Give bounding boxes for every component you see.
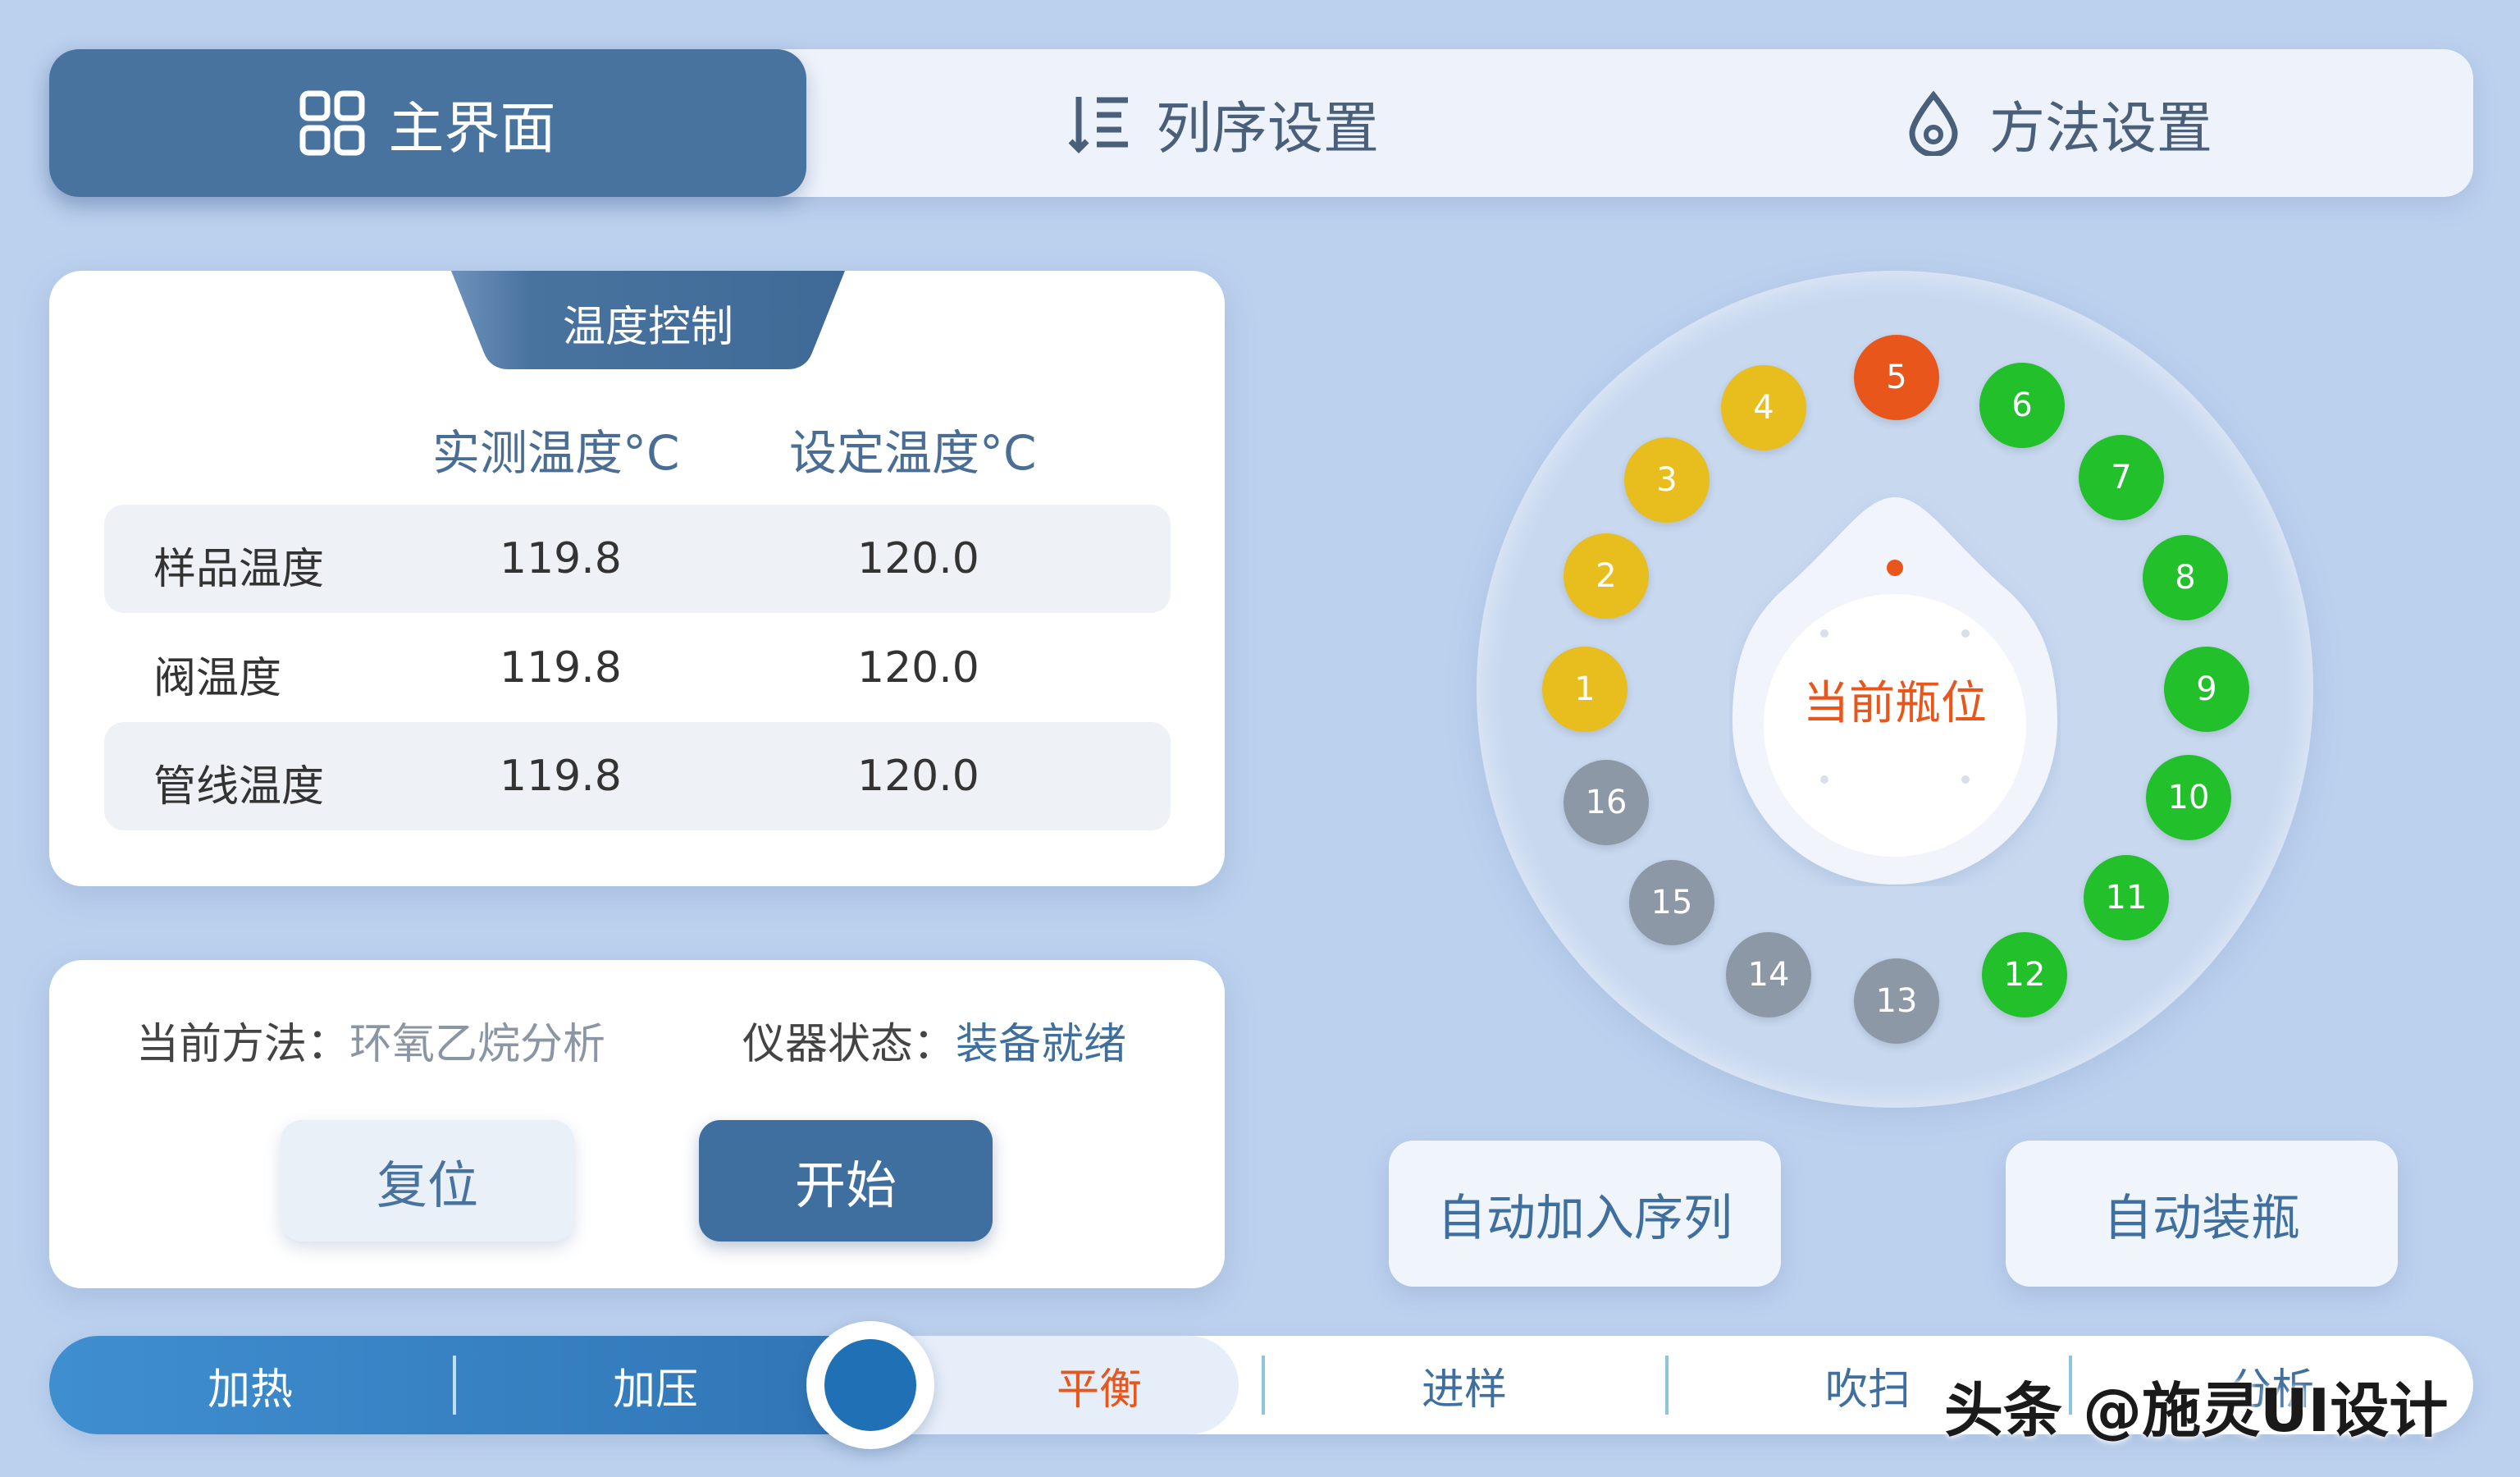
row-label: 管线温度 [153,762,325,812]
tab-sequence[interactable]: 列序设置 [806,49,1640,197]
vial-12[interactable]: 12 [1982,932,2067,1017]
temperature-card-tab: 温度控制 [451,271,845,369]
tab-sequence-label: 列序设置 [1155,96,1379,162]
table-row: 样品温度 119.8 120.0 [104,505,1171,613]
table-row: 阀温度 119.8 120.0 [104,614,1171,722]
row-measured: 119.8 [500,752,622,801]
vial-15[interactable]: 15 [1629,860,1714,945]
tab-method-label: 方法设置 [1988,96,2212,162]
reset-button[interactable]: 复位 [281,1120,574,1242]
auto-add-sequence-button[interactable]: 自动加入序列 [1389,1141,1781,1287]
step-pressurize[interactable]: 加压 [454,1336,856,1434]
vial-11[interactable]: 11 [2084,855,2169,940]
sort-list-icon [1068,97,1128,153]
current-method-label: 当前方法： [136,1020,350,1069]
vial-9[interactable]: 9 [2164,647,2249,732]
vial-14[interactable]: 14 [1726,932,1811,1017]
vial-8[interactable]: 8 [2143,535,2228,620]
vial-2[interactable]: 2 [1564,533,1649,619]
col-measured: 实测温度°C [432,425,680,481]
grid-icon [299,90,365,156]
vial-16[interactable]: 16 [1564,760,1649,845]
tab-method[interactable]: 方法设置 [1640,49,2473,197]
step-inject[interactable]: 进样 [1263,1336,1665,1434]
step-heat[interactable]: 加热 [49,1336,451,1434]
row-label: 样品温度 [153,545,325,594]
method-card: 当前方法：环氧乙烷分析 仪器状态：装备就绪 复位 开始 [49,960,1225,1288]
row-measured: 119.8 [500,534,622,583]
vial-1[interactable]: 1 [1542,647,1628,732]
instrument-status: 仪器状态：装备就绪 [742,1009,1126,1071]
step-equilibrate[interactable]: 平衡 [911,1336,1288,1434]
row-measured: 119.8 [500,643,622,693]
start-button[interactable]: 开始 [699,1120,993,1242]
vial-6[interactable]: 6 [1979,363,2065,448]
vial-4[interactable]: 4 [1721,365,1806,450]
instrument-status-label: 仪器状态： [742,1020,956,1069]
table-row: 管线温度 119.8 120.0 [104,722,1171,830]
current-method: 当前方法：环氧乙烷分析 [136,1009,605,1071]
top-nav: 主界面 列序设置 方法设置 [49,49,2473,197]
temperature-card: 温度控制 实测温度°C 设定温度°C 样品温度 119.8 120.0 阀温度 … [49,271,1225,886]
row-setpoint: 120.0 [857,534,979,583]
row-setpoint: 120.0 [857,643,979,693]
vial-10[interactable]: 10 [2146,755,2231,840]
tab-main-label: 主界面 [388,96,556,162]
row-setpoint: 120.0 [857,752,979,801]
current-method-value: 环氧乙烷分析 [349,1020,606,1069]
vial-7[interactable]: 7 [2079,435,2164,520]
vial-13[interactable]: 13 [1854,958,1939,1044]
auto-load-vial-button[interactable]: 自动装瓶 [2006,1141,2398,1287]
vial-3[interactable]: 3 [1624,437,1710,523]
watermark: 头条 @施灵UI设计 [1944,1376,2449,1445]
row-label: 阀温度 [153,654,282,703]
instrument-status-value: 装备就绪 [956,1020,1127,1069]
temperature-card-title: 温度控制 [562,303,733,352]
process-indicator-knob [806,1321,934,1449]
drop-icon [1909,90,1958,156]
col-setpoint: 设定温度°C [789,425,1037,481]
vial-5[interactable]: 5 [1854,335,1939,420]
current-vial-label: 当前瓶位 [1803,677,1987,730]
tab-main[interactable]: 主界面 [49,49,806,197]
